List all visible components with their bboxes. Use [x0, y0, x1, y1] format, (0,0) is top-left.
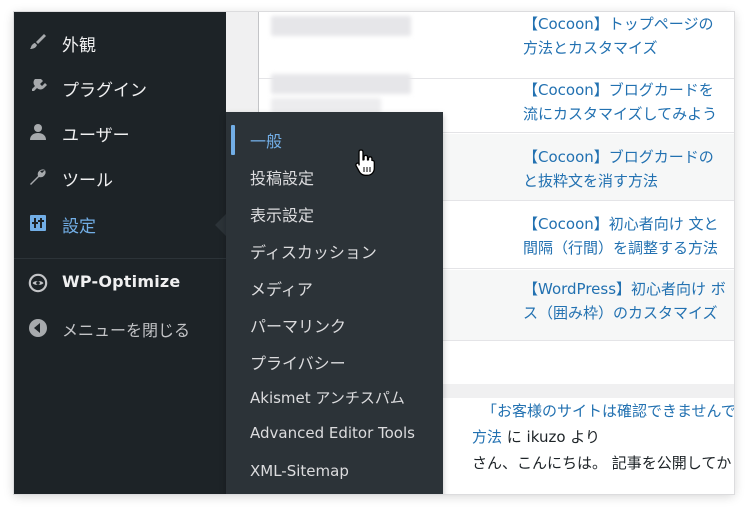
submenu-reading[interactable]: 表示設定	[250, 202, 440, 230]
submenu-advanced-editor-tools[interactable]: Advanced Editor Tools	[250, 424, 440, 452]
submenu-general[interactable]: 一般	[250, 128, 440, 156]
plugin-icon	[28, 77, 48, 97]
menu-appearance[interactable]: 外観	[14, 24, 226, 60]
blurred-date	[271, 16, 411, 36]
blurred-date	[271, 74, 411, 94]
wp-optimize-icon	[28, 273, 48, 293]
comment-excerpt: さん、こんにちは。 記事を公開してか	[472, 454, 732, 472]
menu-collapse[interactable]: メニューを閉じる	[14, 310, 226, 346]
wrench-icon	[28, 167, 48, 187]
post-link[interactable]: 【Cocoon】初心者向け 文と 間隔（行間）を調整する方法	[523, 212, 734, 260]
post-link[interactable]: 【Cocoon】ブログカードの と抜粋文を消す方法	[523, 145, 734, 193]
submenu-xml-sitemap[interactable]: XML-Sitemap	[250, 462, 440, 490]
settings-submenu: 一般 投稿設定 表示設定 ディスカッション メディア パーマリンク プライバシー…	[226, 112, 443, 494]
menu-tools[interactable]: ツール	[14, 159, 226, 195]
paintbrush-icon	[28, 32, 48, 52]
post-link[interactable]: 【Cocoon】トップページの 方法とカスタマイズ	[523, 12, 734, 60]
menu-users[interactable]: ユーザー	[14, 114, 226, 150]
comment-meta: 方法 に ikuzo より	[472, 428, 600, 446]
submenu-writing[interactable]: 投稿設定	[250, 165, 440, 193]
comment-post-link[interactable]: 方法	[472, 428, 502, 446]
settings-icon	[28, 213, 48, 233]
submenu-media[interactable]: メディア	[250, 276, 440, 304]
comment-title: 「お客様のサイトは確認できませんで	[482, 402, 734, 420]
post-link[interactable]: 【Cocoon】ブログカードを 流にカスタマイズしてみよう	[523, 78, 734, 126]
submenu-akismet[interactable]: Akismet アンチスパム	[250, 387, 440, 415]
admin-screen: 【Cocoon】トップページの 方法とカスタマイズ 【Cocoon】ブログカード…	[14, 12, 734, 494]
admin-sidebar: 外観 プラグイン ユーザー ツール 設定 WP-Optimize メニューを閉じ…	[14, 12, 226, 494]
menu-settings[interactable]: 設定	[14, 205, 226, 241]
submenu-caret	[215, 214, 226, 236]
current-indicator	[231, 125, 235, 155]
user-icon	[28, 122, 48, 142]
post-link[interactable]: 【WordPress】初心者向け ボ ス（囲み枠）のカスタマイズ	[523, 277, 734, 325]
sidebar-divider	[14, 258, 226, 259]
hand-pointer-icon	[354, 148, 376, 178]
submenu-permalinks[interactable]: パーマリンク	[250, 313, 440, 341]
submenu-privacy[interactable]: プライバシー	[250, 350, 440, 378]
collapse-arrow-icon	[28, 318, 48, 338]
menu-plugins[interactable]: プラグイン	[14, 69, 226, 105]
menu-wp-optimize[interactable]: WP-Optimize	[14, 265, 226, 301]
submenu-discussion[interactable]: ディスカッション	[250, 239, 440, 267]
